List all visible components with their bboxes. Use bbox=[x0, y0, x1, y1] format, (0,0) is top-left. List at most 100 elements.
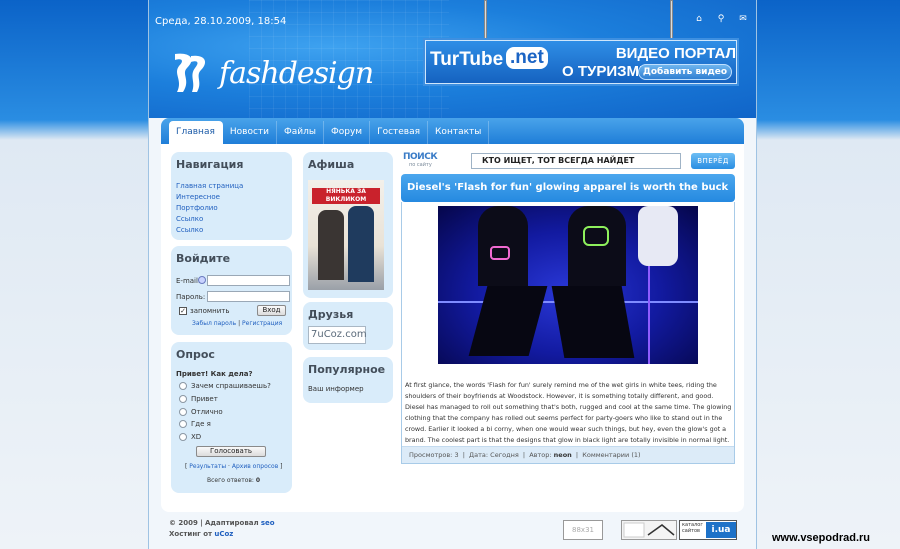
comments-link[interactable]: Комментарии (1) bbox=[582, 451, 640, 459]
banner-rope-right bbox=[670, 0, 673, 42]
glow-print-2 bbox=[490, 246, 510, 260]
friends-title: Друзья bbox=[308, 308, 354, 321]
poll-option[interactable]: Привет bbox=[171, 393, 292, 406]
banner-add-video-button[interactable]: Добавить видео bbox=[637, 64, 732, 80]
poll-option[interactable]: Где я bbox=[171, 418, 292, 431]
tab-guestbook[interactable]: Гостевая bbox=[370, 121, 429, 144]
afisha-box: Афиша НЯНЬКА ЗА ВИКЛИКОМ bbox=[303, 152, 393, 298]
poll-option[interactable]: Отлично bbox=[171, 405, 292, 418]
search-button[interactable]: ВПЕРЁД bbox=[691, 153, 735, 169]
forgot-password-link[interactable]: Забыл пароль bbox=[192, 320, 236, 327]
photo-figure-3 bbox=[638, 206, 678, 266]
top-icons: ⌂ ⚲ ✉ bbox=[694, 14, 748, 24]
popular-title: Популярное bbox=[308, 363, 386, 376]
nav-link-links-2[interactable]: Ссылко bbox=[171, 225, 292, 236]
adapter-link[interactable]: seo bbox=[261, 519, 275, 527]
current-date: Среда, 28.10.2009, 18:54 bbox=[155, 16, 287, 27]
left-background bbox=[0, 0, 148, 549]
header: Среда, 28.10.2009, 18:54 ⌂ ⚲ ✉ fashdesig… bbox=[149, 0, 756, 118]
date-label: Дата: bbox=[469, 451, 489, 459]
vote-button[interactable]: Голосовать bbox=[196, 446, 266, 457]
email-field[interactable] bbox=[207, 275, 290, 286]
poll-question: Привет! Как дела? bbox=[176, 370, 253, 378]
movie-poster-image[interactable]: НЯНЬКА ЗА ВИКЛИКОМ bbox=[308, 180, 384, 290]
tab-contacts[interactable]: Контакты bbox=[428, 121, 490, 144]
poster-title: НЯНЬКА ЗА ВИКЛИКОМ bbox=[312, 188, 380, 204]
article: Diesel's 'Flash for fun' glowing apparel… bbox=[401, 174, 735, 466]
tab-news[interactable]: Новости bbox=[223, 121, 277, 144]
radio-button[interactable] bbox=[179, 395, 187, 404]
copyright: © 2009 bbox=[169, 519, 198, 527]
tab-home[interactable]: Главная bbox=[169, 121, 223, 144]
radio-button[interactable] bbox=[179, 433, 187, 442]
banner-brand-left: TurTube bbox=[430, 49, 504, 70]
register-link[interactable]: Регистрация bbox=[242, 320, 282, 327]
banner-line2: О ТУРИЗМЕ bbox=[562, 63, 650, 80]
nav-link-links-1[interactable]: Ссылко bbox=[171, 214, 292, 225]
results-bracket-close: ] bbox=[280, 463, 283, 470]
catalog-domain: i.ua bbox=[706, 522, 736, 538]
search-logo: ПОИСК bbox=[403, 152, 438, 162]
nav-link-portfolio[interactable]: Портфолио bbox=[171, 203, 292, 214]
photo-legs-1 bbox=[468, 286, 548, 356]
chart-icon bbox=[623, 522, 675, 538]
poll-results-link[interactable]: Результаты bbox=[189, 463, 226, 470]
login-box: Войдите E-mail: Пароль: ✓ запомнить Вход… bbox=[171, 246, 292, 335]
home-icon[interactable]: ⌂ bbox=[694, 14, 704, 24]
logo-mark-icon bbox=[175, 53, 206, 92]
radio-button[interactable] bbox=[179, 420, 187, 429]
banner-rope-left bbox=[484, 0, 487, 42]
views-value: 3 bbox=[454, 451, 459, 459]
banner-brand-right: .net bbox=[506, 47, 548, 69]
author-value[interactable]: neon bbox=[554, 451, 572, 459]
hosting-label: Хостинг от bbox=[169, 530, 213, 538]
watermark: www.vsepodrad.ru bbox=[772, 532, 871, 544]
photo-figure-2 bbox=[568, 206, 626, 286]
popular-box: Популярное Ваш информер bbox=[303, 357, 393, 403]
tab-files[interactable]: Файлы bbox=[277, 121, 324, 144]
nav-link-home[interactable]: Главная страница bbox=[171, 181, 292, 192]
sitemap-icon[interactable]: ⚲ bbox=[716, 14, 726, 24]
host-link[interactable]: uCoz bbox=[214, 530, 233, 538]
poll-option[interactable]: Зачем спрашиваешь? bbox=[171, 380, 292, 393]
article-title[interactable]: Diesel's 'Flash for fun' glowing apparel… bbox=[401, 174, 735, 202]
nav-link-interesting[interactable]: Интересное bbox=[171, 192, 292, 203]
adapted-label: Адаптировал bbox=[204, 519, 259, 527]
login-button[interactable]: Вход bbox=[257, 305, 286, 316]
page-container: Среда, 28.10.2009, 18:54 ⌂ ⚲ ✉ fashdesig… bbox=[148, 0, 757, 549]
email-label: E-mail: bbox=[176, 277, 201, 285]
right-background bbox=[757, 0, 900, 549]
article-body: At first glance, the words 'Flash for fu… bbox=[401, 202, 735, 464]
login-title: Войдите bbox=[176, 252, 231, 265]
password-field[interactable] bbox=[207, 291, 290, 302]
ucoz-button[interactable]: 7uCoz.com bbox=[308, 326, 367, 344]
tab-forum[interactable]: Форум bbox=[324, 121, 371, 144]
search-input[interactable]: КТО ИЩЕТ, ТОТ ВСЕГДА НАЙДЕТ bbox=[471, 153, 681, 169]
radio-button[interactable] bbox=[179, 382, 187, 391]
friends-box: Друзья 7uCoz.com bbox=[303, 302, 393, 350]
poll-archive-link[interactable]: Архив опросов bbox=[232, 463, 278, 470]
counter-stats[interactable] bbox=[621, 520, 677, 540]
content-area: Навигация Главная страница Интересное По… bbox=[161, 144, 744, 512]
openid-icon[interactable] bbox=[198, 276, 206, 284]
remember-checkbox[interactable]: ✓ bbox=[179, 307, 187, 315]
navigation-box: Навигация Главная страница Интересное По… bbox=[171, 152, 292, 240]
password-label: Пароль: bbox=[176, 293, 206, 301]
radio-button[interactable] bbox=[179, 407, 187, 416]
photo-legs-2 bbox=[551, 286, 635, 358]
counter-88x31[interactable]: 88x31 bbox=[563, 520, 603, 540]
glow-print-1 bbox=[583, 226, 609, 246]
informer-text: Ваш информер bbox=[308, 385, 364, 393]
poll-title: Опрос bbox=[176, 348, 215, 361]
catalog-label: каталог сайтов bbox=[682, 522, 703, 534]
results-bracket-open: [ bbox=[185, 463, 188, 470]
poll-option[interactable]: XD bbox=[171, 431, 292, 444]
turtube-banner[interactable]: TurTube .net ВИДЕО ПОРТАЛ О ТУРИЗМЕ Доба… bbox=[425, 40, 737, 84]
navigation-title: Навигация bbox=[176, 158, 244, 171]
site-logo[interactable]: fashdesign bbox=[167, 50, 374, 96]
footer-separator: | bbox=[200, 519, 203, 527]
banner-line1: ВИДЕО ПОРТАЛ bbox=[615, 45, 736, 62]
catalog-counter[interactable]: каталог сайтов i.ua bbox=[679, 520, 737, 540]
mail-icon[interactable]: ✉ bbox=[738, 14, 748, 24]
poll-links-dot: · bbox=[228, 463, 230, 470]
